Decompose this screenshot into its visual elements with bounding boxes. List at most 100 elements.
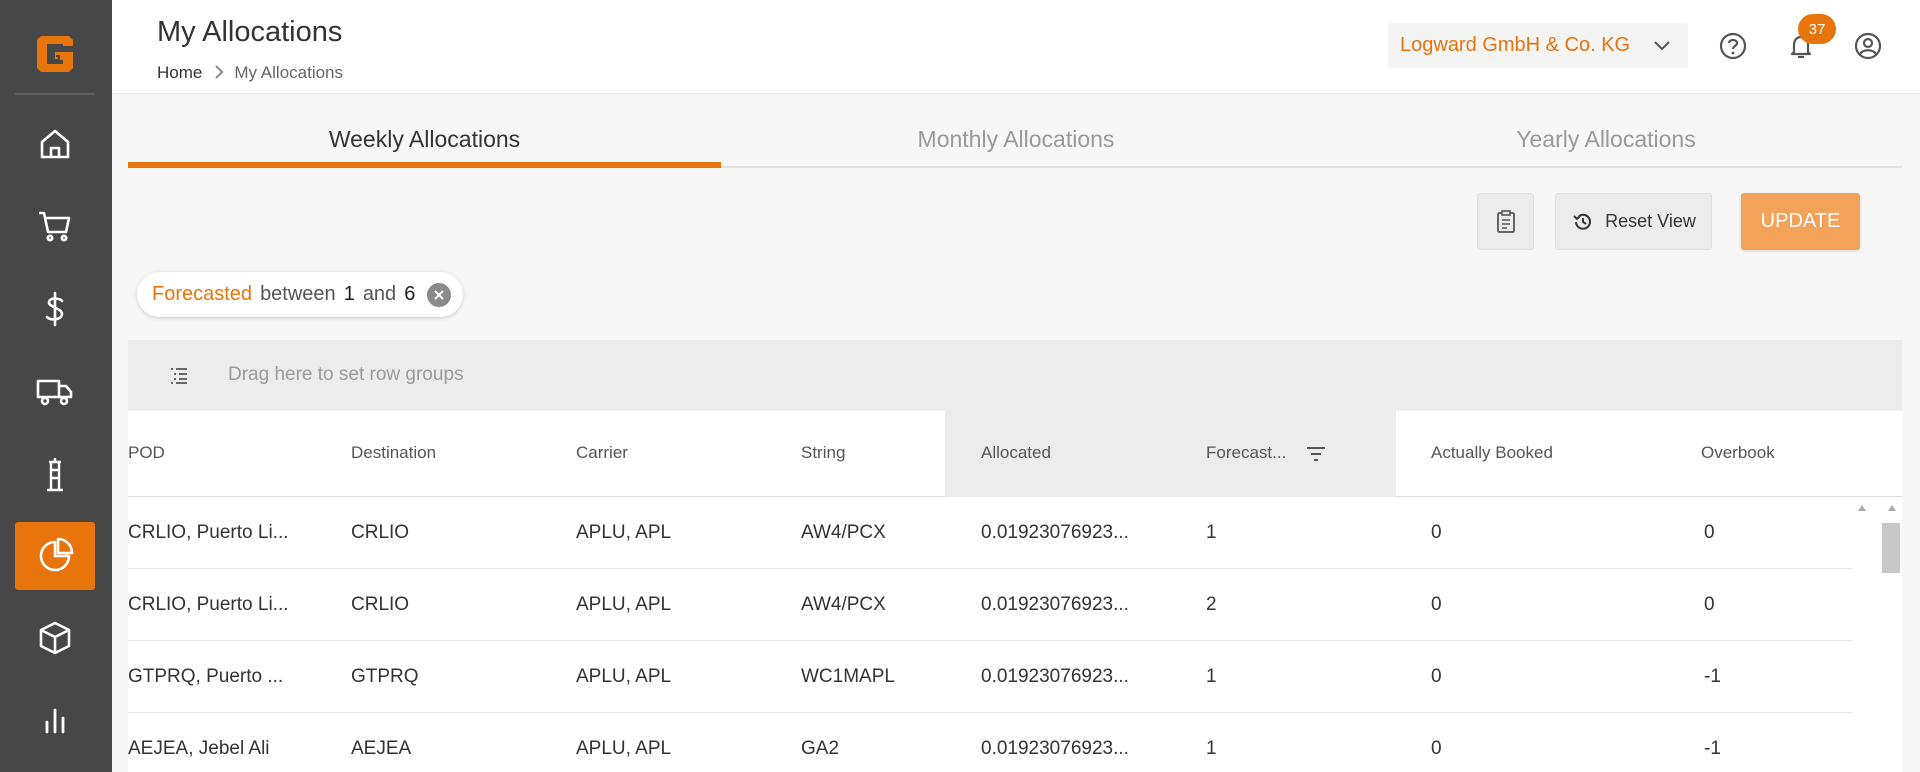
user-avatar-icon[interactable] bbox=[1850, 28, 1886, 64]
sidebar-item-ports[interactable] bbox=[15, 440, 95, 508]
cell-destination: GTPRQ bbox=[351, 666, 419, 687]
reset-view-label: Reset View bbox=[1605, 211, 1696, 231]
page-title: My Allocations bbox=[157, 16, 343, 48]
row-group-panel[interactable]: Drag here to set row groups bbox=[128, 340, 1902, 411]
box-icon bbox=[39, 621, 71, 655]
table-row[interactable]: AEJEA, Jebel Ali AEJEA APLU, APL GA2 0.0… bbox=[128, 713, 1852, 772]
chevron-right-icon bbox=[214, 64, 224, 82]
cell-actually-booked: 0 bbox=[1431, 738, 1442, 759]
tab-weekly[interactable]: Weekly Allocations bbox=[128, 126, 721, 153]
company-name: Logward GmbH & Co. KG bbox=[1400, 34, 1631, 56]
cell-actually-booked: 0 bbox=[1431, 522, 1442, 543]
cell-string: WC1MAPL bbox=[801, 666, 895, 687]
cell-string: AW4/PCX bbox=[801, 522, 886, 543]
cell-string: GA2 bbox=[801, 738, 840, 759]
column-header-carrier[interactable]: Carrier bbox=[576, 443, 628, 463]
company-selector[interactable]: Logward GmbH & Co. KG bbox=[1388, 23, 1688, 68]
cell-actually-booked: 0 bbox=[1431, 666, 1442, 687]
history-icon bbox=[1573, 213, 1592, 230]
cell-forecasted: 1 bbox=[1206, 522, 1217, 543]
sidebar-item-analytics[interactable] bbox=[15, 686, 95, 754]
crane-icon bbox=[47, 458, 63, 492]
tab-monthly[interactable]: Monthly Allocations bbox=[721, 126, 1311, 153]
cell-allocated: 0.01923076923... bbox=[981, 666, 1129, 687]
cell-carrier: APLU, APL bbox=[576, 594, 672, 615]
cell-carrier: APLU, APL bbox=[576, 738, 672, 759]
home-icon bbox=[40, 129, 70, 159]
notification-badge: 37 bbox=[1798, 14, 1836, 44]
sidebar-item-finance[interactable] bbox=[15, 275, 95, 343]
tab-yearly[interactable]: Yearly Allocations bbox=[1311, 126, 1901, 153]
cell-overbook: 0 bbox=[1704, 522, 1715, 543]
vertical-scrollbar[interactable] bbox=[1852, 497, 1902, 772]
cell-destination: AEJEA bbox=[351, 738, 412, 759]
breadcrumb-current: My Allocations bbox=[234, 63, 344, 82]
breadcrumb-home-link[interactable]: Home bbox=[157, 63, 202, 83]
filter-chip-and: and bbox=[362, 283, 397, 305]
clipboard-icon bbox=[1496, 209, 1515, 233]
filter-chip-field: Forecasted bbox=[152, 283, 253, 305]
column-header-allocated[interactable]: Allocated bbox=[981, 443, 1051, 463]
filter-icon[interactable] bbox=[1305, 445, 1327, 468]
cell-forecasted: 1 bbox=[1206, 666, 1217, 687]
row-group-icon bbox=[168, 364, 190, 391]
filter-chip-operator: between bbox=[260, 283, 336, 305]
dollar-icon bbox=[45, 291, 64, 327]
grid-header: POD Destination Carrier String Allocated… bbox=[128, 411, 1902, 497]
cell-forecasted: 1 bbox=[1206, 738, 1217, 759]
reset-view-button[interactable]: Reset View bbox=[1555, 193, 1712, 250]
chevron-down-icon bbox=[1652, 35, 1672, 60]
cell-allocated: 0.01923076923... bbox=[981, 522, 1129, 543]
row-group-placeholder: Drag here to set row groups bbox=[228, 364, 464, 385]
cell-overbook: 0 bbox=[1704, 594, 1715, 615]
sidebar-item-home[interactable] bbox=[15, 110, 95, 178]
truck-icon bbox=[36, 379, 73, 406]
cell-overbook: -1 bbox=[1704, 738, 1721, 759]
cell-pod: AEJEA, Jebel Ali bbox=[128, 738, 270, 759]
pie-chart-icon bbox=[39, 537, 74, 572]
scrollbar-thumb[interactable] bbox=[1882, 523, 1900, 573]
cell-allocated: 0.01923076923... bbox=[981, 594, 1129, 615]
help-icon[interactable] bbox=[1715, 28, 1751, 64]
column-header-forecasted[interactable]: Forecast... bbox=[1206, 443, 1286, 463]
scroll-up-icon[interactable] bbox=[1852, 501, 1902, 515]
column-header-actually-booked[interactable]: Actually Booked bbox=[1431, 443, 1553, 463]
breadcrumb: Home My Allocations bbox=[157, 63, 343, 83]
filter-chip-from: 1 bbox=[343, 283, 355, 305]
allocation-tabs: Weekly Allocations Monthly Allocations Y… bbox=[128, 118, 1902, 168]
table-row[interactable]: CRLIO, Puerto Li... CRLIO APLU, APL AW4/… bbox=[128, 497, 1852, 569]
cell-allocated: 0.01923076923... bbox=[981, 738, 1129, 759]
sidebar bbox=[0, 0, 112, 772]
cell-destination: CRLIO bbox=[351, 594, 410, 615]
column-header-pod[interactable]: POD bbox=[128, 443, 165, 463]
cell-carrier: APLU, APL bbox=[576, 522, 672, 543]
cell-pod: CRLIO, Puerto Li... bbox=[128, 522, 289, 543]
bar-chart-icon bbox=[45, 708, 65, 734]
sidebar-item-shipments[interactable] bbox=[15, 357, 95, 425]
active-tab-indicator bbox=[128, 162, 721, 168]
sidebar-item-orders[interactable] bbox=[15, 192, 95, 260]
table-row[interactable]: CRLIO, Puerto Li... CRLIO APLU, APL AW4/… bbox=[128, 569, 1852, 641]
sidebar-item-products[interactable] bbox=[15, 604, 95, 672]
cell-pod: CRLIO, Puerto Li... bbox=[128, 594, 289, 615]
cell-forecasted: 2 bbox=[1206, 594, 1217, 615]
filter-chip[interactable]: Forecasted between 1 and 6 bbox=[137, 272, 464, 317]
logo-icon[interactable] bbox=[15, 19, 95, 89]
cell-overbook: -1 bbox=[1704, 666, 1721, 687]
cell-destination: CRLIO bbox=[351, 522, 410, 543]
cell-string: AW4/PCX bbox=[801, 594, 886, 615]
close-icon[interactable] bbox=[427, 282, 452, 307]
table-row[interactable]: GTPRQ, Puerto ... GTPRQ APLU, APL WC1MAP… bbox=[128, 641, 1852, 713]
column-header-string[interactable]: String bbox=[801, 443, 845, 463]
update-button[interactable]: UPDATE bbox=[1741, 193, 1860, 250]
cell-actually-booked: 0 bbox=[1431, 594, 1442, 615]
cell-pod: GTPRQ, Puerto ... bbox=[128, 666, 284, 687]
column-header-overbook[interactable]: Overbook bbox=[1701, 443, 1775, 463]
top-header: My Allocations Home My Allocations Logwa… bbox=[112, 0, 1920, 94]
sidebar-divider bbox=[15, 93, 95, 95]
filter-chip-to: 6 bbox=[404, 283, 416, 305]
clipboard-button[interactable] bbox=[1477, 193, 1534, 250]
cell-carrier: APLU, APL bbox=[576, 666, 672, 687]
sidebar-item-allocations[interactable] bbox=[15, 522, 95, 590]
column-header-destination[interactable]: Destination bbox=[351, 443, 436, 463]
